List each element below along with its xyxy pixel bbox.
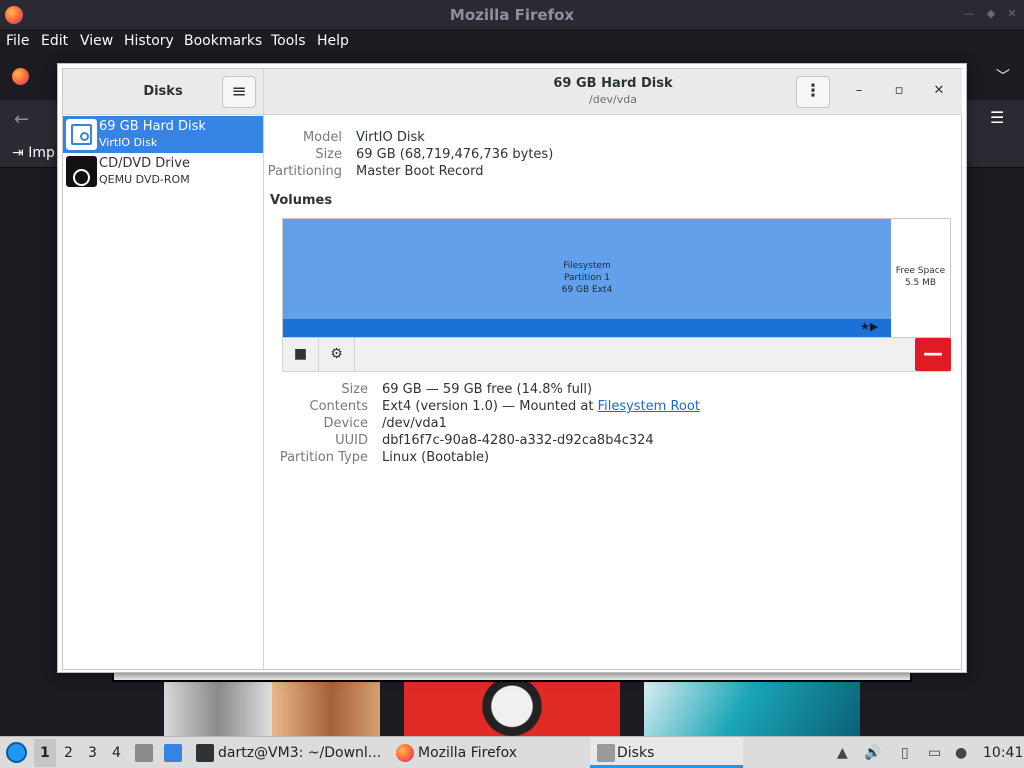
menu-view[interactable]: View xyxy=(80,33,113,49)
device-name: CD/DVD Drive xyxy=(99,156,190,171)
hard-disk-icon xyxy=(66,119,97,150)
menu-help[interactable]: Help xyxy=(317,33,349,49)
mounted-star-play-icon: ★▶ xyxy=(860,320,879,333)
list-tabs-icon[interactable]: ﹀ xyxy=(996,66,1010,86)
partitioning-label: Partitioning xyxy=(267,164,342,179)
contents-value: Ext4 (version 1.0) — Mounted at Filesyst… xyxy=(382,399,700,414)
device-item-cd-dvd[interactable]: CD/DVD Drive QEMU DVD-ROM xyxy=(63,153,263,190)
workspace-1[interactable]: 1 xyxy=(40,745,50,761)
free-space-size: 5.5 MB xyxy=(904,278,937,288)
partition-options-gear-icon[interactable]: ⚙ xyxy=(319,338,355,371)
delete-partition-button[interactable]: — xyxy=(915,338,951,371)
maximize-icon[interactable]: ◆ xyxy=(984,7,998,21)
firefox-icon xyxy=(396,744,414,762)
disks-window-frame: Disks ≡ 69 GB Hard Disk VirtIO Disk CD/D… xyxy=(62,68,962,670)
taskbar: 1 2 3 4 dartz@VM3: ~/Downl... Mozilla Fi… xyxy=(0,736,1024,768)
device-subtitle: QEMU DVD-ROM xyxy=(99,173,190,186)
free-space-label: Free Space 5.5 MB xyxy=(891,265,950,289)
partition-type-value: Linux (Bootable) xyxy=(382,450,490,465)
device-subtitle: VirtIO Disk xyxy=(99,136,158,149)
device-label: Device xyxy=(323,416,368,431)
vol-size-label: Size xyxy=(341,382,368,397)
partition-type-label: Filesystem xyxy=(563,261,611,271)
disk-header: 69 GB Hard Disk /dev/vda ⋮ – ▫ ✕ xyxy=(264,69,962,115)
uuid-value: dbf16f7c-90a8-4280-a332-d92ca8b4c324 xyxy=(382,433,654,448)
start-menu-icon[interactable] xyxy=(6,742,27,763)
task-disks[interactable]: Disks xyxy=(617,745,654,761)
contents-label: Contents xyxy=(309,399,368,414)
partition-name-label: Partition 1 xyxy=(563,273,611,283)
free-space-segment[interactable]: Free Space 5.5 MB xyxy=(891,219,950,337)
volume-map: Filesystem Partition 1 69 GB Ext4 ★▶ Fre… xyxy=(282,218,951,338)
device-item-hard-disk[interactable]: 69 GB Hard Disk VirtIO Disk xyxy=(63,116,263,153)
uuid-label: UUID xyxy=(335,433,368,448)
tray-up-arrow-icon[interactable]: ▲ xyxy=(837,745,848,761)
hamburger-menu-button[interactable]: ≡ xyxy=(222,76,256,108)
workspace-3[interactable]: 3 xyxy=(88,745,97,761)
file-manager-icon[interactable] xyxy=(135,744,153,762)
wallpaper-image xyxy=(272,682,380,736)
clock: 10:41 xyxy=(983,745,1024,761)
volume-icon[interactable]: 🔊 xyxy=(864,745,881,761)
volumes-heading: Volumes xyxy=(270,193,333,208)
partition-size-label: 69 GB Ext4 xyxy=(561,285,613,295)
disks-window: Disks ≡ 69 GB Hard Disk VirtIO Disk CD/D… xyxy=(57,63,967,673)
import-bookmarks-link[interactable]: ⇥ Imp xyxy=(12,145,55,161)
partition-1-segment[interactable]: Filesystem Partition 1 69 GB Ext4 ★▶ xyxy=(283,219,891,337)
task-firefox[interactable]: Mozilla Firefox xyxy=(418,745,517,761)
partitioning-value: Master Boot Record xyxy=(356,164,484,179)
show-desktop-icon[interactable] xyxy=(164,744,182,762)
partition-type-label: Partition Type xyxy=(279,450,368,465)
free-space-title: Free Space xyxy=(895,266,946,276)
updates-icon[interactable]: ● xyxy=(955,745,967,761)
workspace-4[interactable]: 4 xyxy=(112,745,121,761)
minimize-icon[interactable]: — xyxy=(962,7,976,21)
maximize-window-button[interactable]: ▫ xyxy=(889,81,909,101)
device-value: /dev/vda1 xyxy=(382,416,447,431)
clipboard-icon[interactable]: ▯ xyxy=(901,745,909,761)
mount-point-link[interactable]: Filesystem Root xyxy=(598,399,700,414)
wallpaper-image xyxy=(164,682,272,736)
firefox-window-title: Mozilla Firefox xyxy=(449,6,575,24)
size-value: 69 GB (68,719,476,736 bytes) xyxy=(356,147,554,162)
sidebar-header: Disks ≡ xyxy=(63,69,263,115)
firefox-titlebar: Mozilla Firefox — ◆ ✕ xyxy=(0,0,1024,29)
menu-tools[interactable]: Tools xyxy=(271,33,306,49)
volume-toolbar: ■ ⚙ — xyxy=(282,338,951,372)
menu-edit[interactable]: Edit xyxy=(41,33,68,49)
model-value: VirtIO Disk xyxy=(356,130,425,145)
optical-drive-icon xyxy=(66,156,97,187)
contents-text: Ext4 (version 1.0) — Mounted at xyxy=(382,399,594,414)
workspace-2[interactable]: 2 xyxy=(64,745,73,761)
device-name: 69 GB Hard Disk xyxy=(99,119,206,134)
network-icon[interactable]: ▭ xyxy=(928,745,941,761)
minimize-window-button[interactable]: – xyxy=(849,81,869,101)
vol-size-value: 69 GB — 59 GB free (14.8% full) xyxy=(382,382,593,397)
close-icon[interactable]: ✕ xyxy=(1005,7,1019,21)
partition-mounted-strip xyxy=(283,319,891,337)
task-terminal[interactable]: dartz@VM3: ~/Downl... xyxy=(218,745,381,761)
back-arrow-icon[interactable]: ← xyxy=(14,109,29,130)
import-bookmarks-label: Imp xyxy=(28,145,55,161)
app-menu-icon[interactable]: ☰ xyxy=(990,108,1004,127)
drive-options-button[interactable]: ⋮ xyxy=(796,76,830,108)
menu-file[interactable]: File xyxy=(6,33,29,49)
partition-label: Filesystem Partition 1 69 GB Ext4 xyxy=(283,260,891,296)
close-window-button[interactable]: ✕ xyxy=(929,81,949,101)
firefox-menubar: File Edit View History Bookmarks Tools H… xyxy=(0,29,1024,54)
terminal-icon xyxy=(196,744,214,762)
background-window-edge xyxy=(112,672,912,682)
wallpaper-image xyxy=(644,682,860,736)
firefox-tab-icon[interactable] xyxy=(12,68,29,85)
size-label: Size xyxy=(315,147,342,162)
unmount-stop-button[interactable]: ■ xyxy=(283,338,319,371)
disks-sidebar: Disks ≡ 69 GB Hard Disk VirtIO Disk CD/D… xyxy=(63,69,264,669)
menu-bookmarks[interactable]: Bookmarks xyxy=(184,33,262,49)
wallpaper-image xyxy=(404,682,620,736)
model-label: Model xyxy=(302,130,342,145)
menu-history[interactable]: History xyxy=(124,33,174,49)
disks-app-icon xyxy=(597,744,615,762)
